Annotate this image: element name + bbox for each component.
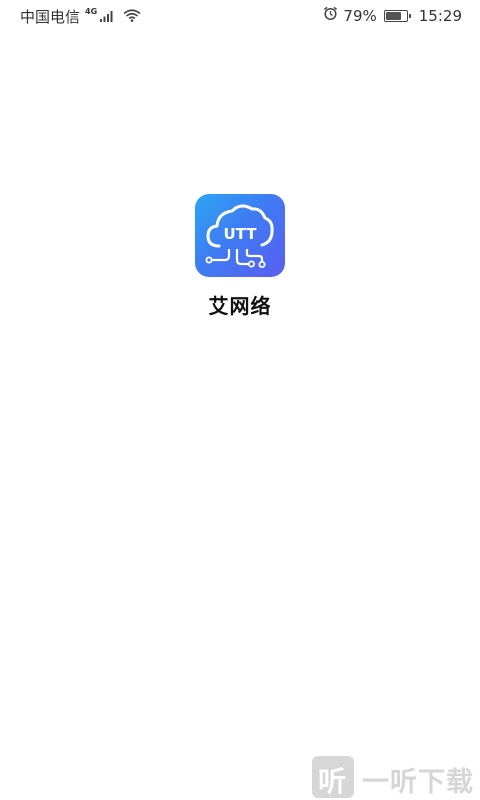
clock-time: 15:29	[418, 6, 462, 25]
splash-screen: 中国电信 4G 79% 15:29 UTT 艾网络 听 一听下载	[0, 0, 480, 800]
logo-text: UTT	[224, 225, 258, 243]
cloud-circuit-icon: UTT	[205, 204, 274, 269]
status-bar: 中国电信 4G 79% 15:29	[0, 0, 480, 32]
battery-fill	[385, 11, 401, 20]
watermark: 听 一听下载	[312, 752, 480, 800]
alarm-icon	[323, 6, 338, 25]
signal-icon	[100, 8, 114, 26]
watermark-glyph: 听	[318, 765, 347, 798]
watermark-text: 一听下载	[362, 767, 474, 798]
network-type: 4G	[85, 7, 98, 16]
wifi-icon	[123, 8, 141, 26]
app-logo: UTT	[195, 194, 285, 277]
watermark-logo-icon: 听	[312, 756, 354, 798]
battery-percent: 79%	[343, 6, 377, 25]
status-left: 中国电信 4G	[20, 6, 141, 27]
status-right: 79% 15:29	[323, 6, 462, 25]
app-name: 艾网络	[208, 294, 272, 318]
carrier-name: 中国电信	[20, 8, 81, 26]
battery-icon	[383, 9, 411, 22]
